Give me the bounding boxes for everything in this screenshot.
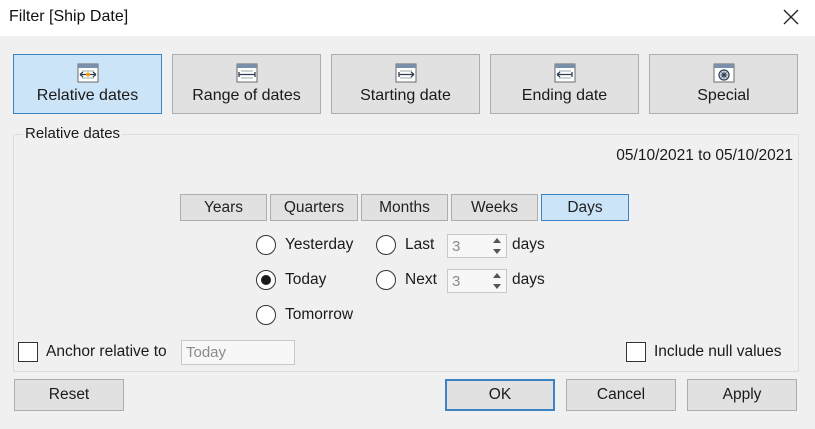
- next-label: Next: [405, 271, 437, 288]
- anchor-date-value: Today: [186, 344, 227, 361]
- include-null-option[interactable]: Include null values: [626, 342, 782, 362]
- next-radio[interactable]: [376, 270, 396, 290]
- last-count-input[interactable]: 3: [447, 234, 507, 258]
- spin-down-icon: [493, 249, 501, 254]
- ending-date-icon: [554, 63, 575, 83]
- last-unit-label: days: [512, 236, 545, 253]
- include-null-checkbox[interactable]: [626, 342, 646, 362]
- period-weeks-button[interactable]: Weeks: [451, 194, 538, 221]
- range-of-dates-icon: [236, 63, 257, 83]
- yesterday-label: Yesterday: [285, 236, 354, 253]
- close-icon: [783, 9, 799, 25]
- last-count-value: 3: [452, 237, 461, 255]
- ok-button[interactable]: OK: [445, 379, 555, 411]
- tomorrow-option[interactable]: Tomorrow: [256, 305, 353, 325]
- next-unit-label: days: [512, 271, 545, 288]
- reset-button[interactable]: Reset: [14, 379, 124, 411]
- next-count-spinner[interactable]: [490, 272, 504, 290]
- special-icon: [713, 63, 734, 83]
- starting-date-button[interactable]: Starting date: [331, 54, 480, 114]
- last-count-spinner[interactable]: [490, 237, 504, 255]
- starting-date-label: Starting date: [360, 87, 451, 104]
- yesterday-option[interactable]: Yesterday: [256, 235, 353, 255]
- relative-dates-button[interactable]: Relative dates: [13, 54, 162, 114]
- period-selector: Years Quarters Months Weeks Days: [180, 194, 632, 221]
- special-label: Special: [697, 87, 750, 104]
- date-range-summary: 05/10/2021 to 05/10/2021: [616, 147, 793, 164]
- range-of-dates-label: Range of dates: [192, 87, 301, 104]
- anchor-checkbox[interactable]: [18, 342, 38, 362]
- period-quarters-button[interactable]: Quarters: [270, 194, 358, 221]
- spin-down-icon: [493, 284, 501, 289]
- relative-dates-label: Relative dates: [36, 87, 139, 104]
- cancel-button[interactable]: Cancel: [566, 379, 676, 411]
- tomorrow-radio[interactable]: [256, 305, 276, 325]
- close-button[interactable]: [777, 4, 805, 30]
- next-option[interactable]: Next: [376, 270, 437, 290]
- next-count-value: 3: [452, 272, 461, 290]
- next-count-input[interactable]: 3: [447, 269, 507, 293]
- window-title: Filter [Ship Date]: [9, 8, 129, 25]
- relative-dates-group-label: Relative dates: [23, 125, 123, 142]
- today-radio[interactable]: [256, 270, 276, 290]
- last-label: Last: [405, 236, 435, 253]
- apply-button[interactable]: Apply: [687, 379, 797, 411]
- dialog-body: Relative dates Range of dates Starting d…: [0, 36, 815, 429]
- anchor-date-input[interactable]: Today: [181, 340, 295, 365]
- special-button[interactable]: Special: [649, 54, 798, 114]
- ending-date-button[interactable]: Ending date: [490, 54, 639, 114]
- last-option[interactable]: Last: [376, 235, 434, 255]
- period-years-button[interactable]: Years: [180, 194, 267, 221]
- spin-up-icon: [493, 238, 501, 243]
- ending-date-label: Ending date: [521, 87, 608, 104]
- anchor-label: Anchor relative to: [46, 343, 167, 360]
- range-of-dates-button[interactable]: Range of dates: [172, 54, 321, 114]
- anchor-option[interactable]: Anchor relative to: [18, 342, 167, 362]
- title-bar: Filter [Ship Date]: [0, 0, 815, 36]
- spin-up-icon: [493, 273, 501, 278]
- period-months-button[interactable]: Months: [361, 194, 448, 221]
- starting-date-icon: [395, 63, 416, 83]
- yesterday-radio[interactable]: [256, 235, 276, 255]
- last-radio[interactable]: [376, 235, 396, 255]
- tomorrow-label: Tomorrow: [285, 306, 354, 323]
- relative-dates-icon: [77, 63, 98, 83]
- today-label: Today: [285, 271, 327, 288]
- period-days-button[interactable]: Days: [541, 194, 629, 221]
- today-option[interactable]: Today: [256, 270, 326, 290]
- include-null-label: Include null values: [654, 343, 782, 360]
